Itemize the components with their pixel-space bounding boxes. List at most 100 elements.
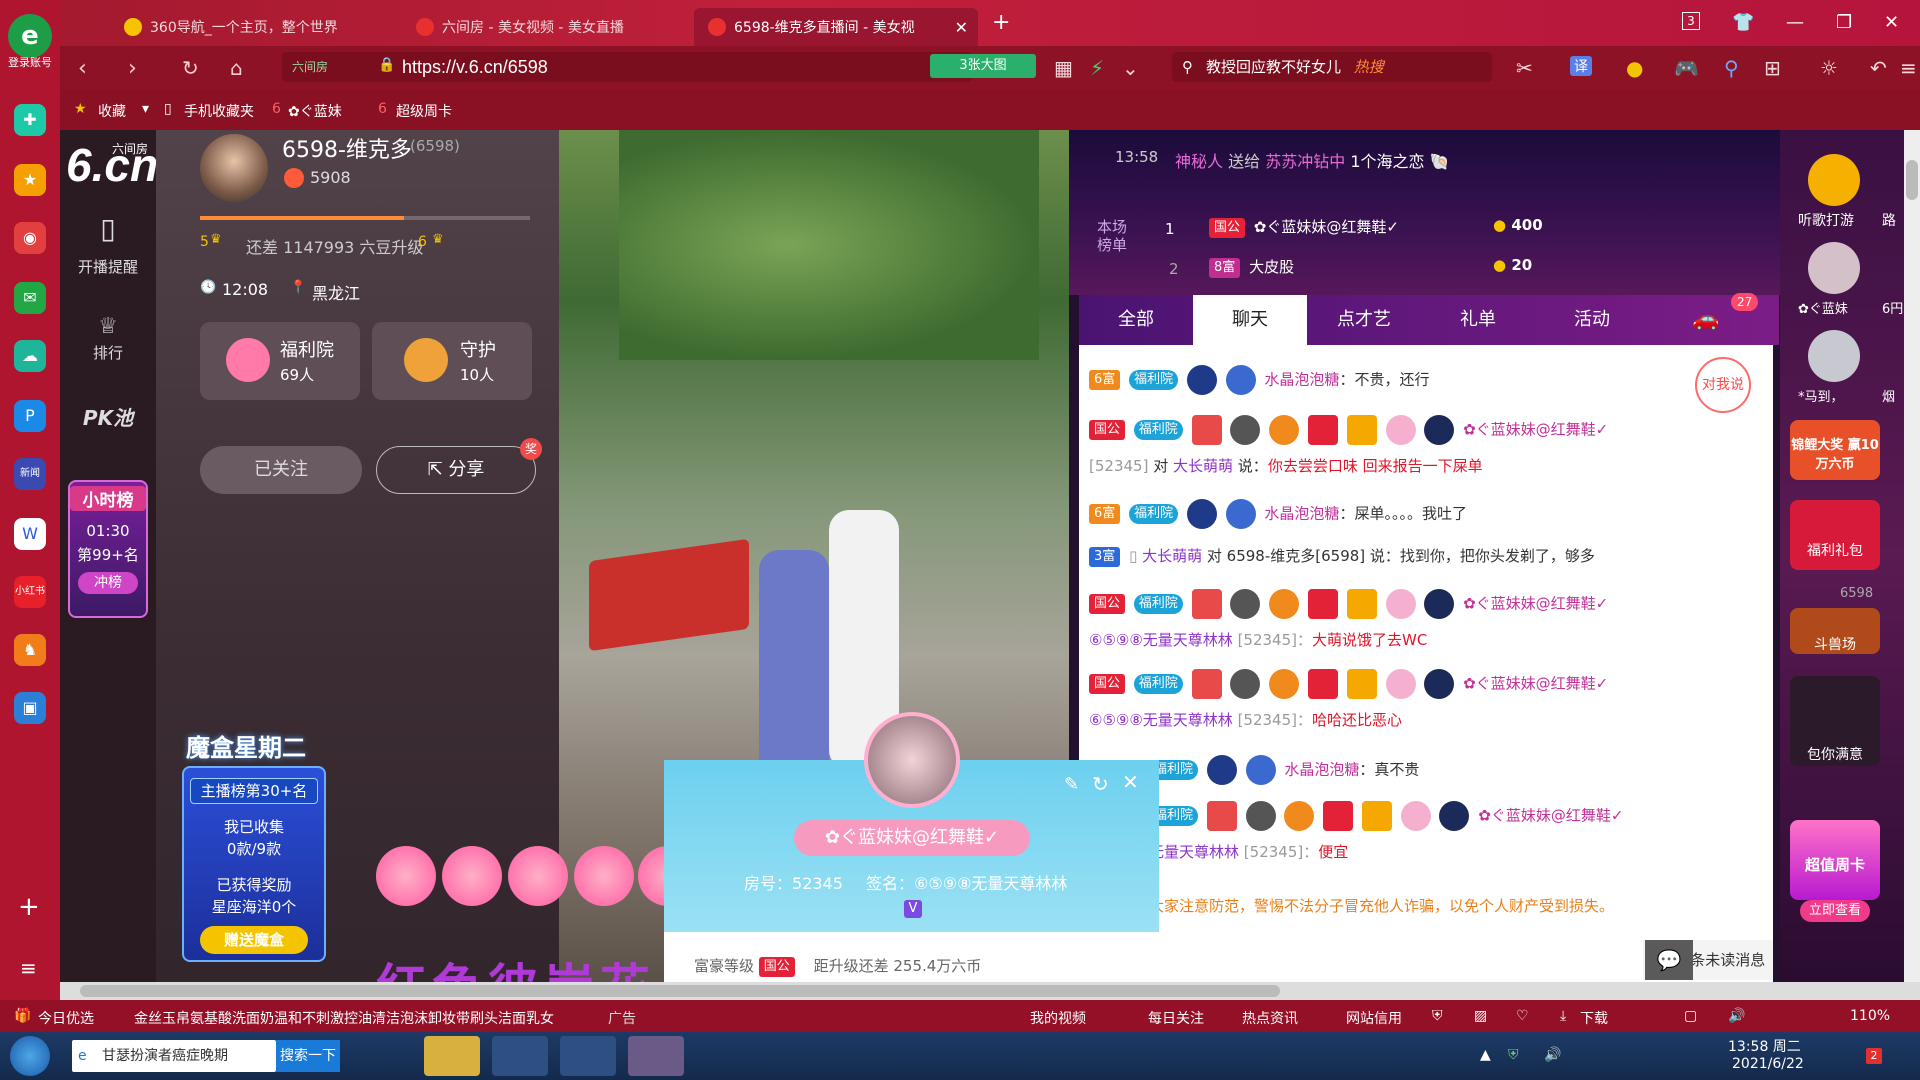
translate-button[interactable]: 译 — [1570, 56, 1592, 76]
start-button[interactable] — [10, 1036, 50, 1076]
home-icon[interactable]: ⌂ — [230, 56, 243, 80]
tab-360-nav[interactable]: 360导航_一个主页，整个世界 — [110, 8, 400, 46]
tab-gift-list[interactable]: 礼单 — [1421, 295, 1535, 345]
gamepad-icon[interactable]: 🎮 — [1674, 56, 1699, 80]
rank-2[interactable]: 8富 大皮股 — [1209, 256, 1294, 278]
news-app-icon[interactable]: 新闻 — [14, 458, 46, 490]
cloud-icon[interactable]: ☁ — [14, 340, 46, 372]
profile-card[interactable]: ✎ ↻ ✕ ✿ぐ蓝妹妹@红舞鞋✓ 房号：52345 签名：⑥⑤⑨⑧无量天尊林林 … — [664, 712, 1159, 982]
new-tab-button[interactable]: + — [992, 10, 1010, 35]
koi-prize-promo[interactable]: 锦鲤大奖 赢10万六币 — [1790, 420, 1880, 480]
lightning-icon[interactable]: ⚡ — [1090, 56, 1104, 80]
favorite-star-icon[interactable]: ★ — [14, 164, 46, 196]
nav-pk-pool[interactable]: PK池 — [60, 402, 156, 431]
taskbar-time[interactable]: 13:58 周二 — [1728, 1036, 1801, 1056]
tab-6cn[interactable]: 六间房 - 美女视频 - 美女直播 — [402, 8, 692, 46]
close-window-icon[interactable]: ✕ — [1884, 12, 1899, 33]
daily-follow-link[interactable]: 每日关注 — [1148, 1008, 1204, 1028]
bookmark-weekcard[interactable]: 超级周卡 — [396, 101, 452, 121]
chat-message[interactable]: 国公 福利院 ✿ぐ蓝妹妹@红舞鞋✓ — [1089, 589, 1608, 619]
settings-menu-icon[interactable]: ≡ — [1900, 56, 1917, 80]
brightness-icon[interactable]: ☼ — [1820, 56, 1838, 80]
arena-promo[interactable]: 斗兽场 — [1790, 608, 1880, 654]
chat-list[interactable]: 6富 福利院 水晶泡泡糖：不贵，还行 国公 福利院 ✿ぐ蓝妹妹@红舞鞋✓ [52… — [1079, 345, 1773, 982]
chat-message[interactable]: 国公 福利院 ✿ぐ蓝妹妹@红舞鞋✓ — [1089, 415, 1608, 445]
explorer-app-icon[interactable] — [424, 1036, 480, 1076]
tray-volume-icon[interactable]: 🔊 — [1544, 1047, 1561, 1063]
promo-item[interactable]: 听歌打游 — [1798, 210, 1854, 230]
user-avatar[interactable] — [1808, 242, 1860, 294]
apps-grid-icon[interactable]: ⊞ — [1764, 56, 1781, 80]
chat-message[interactable]: 国公 福利院 ✿ぐ蓝妹妹@红舞鞋✓ — [1089, 669, 1608, 699]
close-icon[interactable]: ✕ — [1122, 770, 1139, 794]
reload-icon[interactable]: ↻ — [182, 56, 199, 80]
ad-ticker[interactable]: 金丝玉帛氨基酸洗面奶温和不刺激控油清洁泡沫卸妆带刷头洁面乳女 — [134, 1008, 634, 1028]
fuli-card[interactable]: 福利院 69人 — [200, 322, 360, 400]
hour-rank-card[interactable]: 小时榜 01:30 第99+名 冲榜 — [68, 480, 148, 618]
promo-item[interactable]: 路 — [1882, 210, 1896, 230]
xiaohongshu-icon[interactable]: 小红书 — [14, 576, 46, 608]
sidebar-app-icon[interactable]: ✚ — [14, 104, 46, 136]
add-app-icon[interactable]: + — [18, 892, 40, 922]
forward-icon[interactable]: › — [128, 56, 137, 81]
mail-icon[interactable]: ✉ — [14, 282, 46, 314]
tab-chat[interactable]: 聊天 — [1193, 295, 1307, 345]
promo-item[interactable]: 6円 — [1882, 298, 1903, 317]
taskbar-search-button[interactable]: 搜索一下 — [276, 1040, 340, 1072]
tab-6598-room[interactable]: 6598-维克多直播间 - 美女视 ✕ — [694, 8, 978, 46]
phone-icon[interactable]: ▯ — [60, 212, 156, 245]
share-button[interactable]: ⇱ 分享 — [376, 446, 536, 494]
hscroll-thumb[interactable] — [80, 985, 1280, 997]
chevron-down-icon[interactable]: ▾ — [142, 101, 149, 117]
tab-all[interactable]: 全部 — [1079, 295, 1193, 345]
360-browser-app-icon[interactable] — [560, 1036, 616, 1076]
view-now-button[interactable]: 立即查看 — [1800, 900, 1870, 922]
reply-me-button[interactable]: 对我说 — [1695, 357, 1751, 413]
tab-count-badge[interactable]: 3 — [1682, 12, 1700, 30]
chat-message[interactable]: 6富 福利院 水晶泡泡糖：不贵，还行 — [1089, 365, 1429, 395]
followed-button[interactable]: 已关注 — [200, 446, 362, 494]
chat-message[interactable]: 福利院 水晶泡泡糖：真不贵 — [1149, 755, 1419, 785]
360-logo-icon[interactable]: e — [8, 14, 52, 58]
chevron-down-icon[interactable]: ⌄ — [1122, 56, 1139, 80]
chat-message[interactable]: 6富 福利院 水晶泡泡糖：屎单。。。。我吐了 — [1089, 499, 1467, 529]
bookmark-mobile[interactable]: 手机收藏夹 — [184, 101, 254, 121]
word-doc-icon[interactable]: W — [14, 518, 46, 550]
tool-icon[interactable]: ▣ — [14, 692, 46, 724]
profile-avatar[interactable] — [864, 712, 960, 808]
download-icon[interactable]: ⤓ — [1560, 1008, 1566, 1024]
bookmark-lanmei[interactable]: ✿ぐ蓝妹 — [288, 101, 342, 121]
promo-item[interactable]: ✿ぐ蓝妹 — [1798, 298, 1848, 317]
tab-activity[interactable]: 活动 — [1535, 295, 1649, 345]
scrollbar-thumb[interactable] — [1906, 160, 1918, 200]
zoom-level[interactable]: 110% — [1850, 1008, 1890, 1024]
close-tab-icon[interactable]: ✕ — [955, 18, 968, 37]
undo-icon[interactable]: ↶ — [1870, 56, 1887, 80]
url-field[interactable]: 六间房 🔒 https://v.6.cn/6598 — [282, 52, 972, 82]
promo-item[interactable]: *马到， — [1798, 386, 1844, 405]
shield-icon[interactable]: ⛨ — [1432, 1008, 1443, 1024]
horizontal-scrollbar[interactable] — [60, 982, 1920, 1000]
taskbar-search-input[interactable]: e 甘瑟扮演者癌症晚期 — [72, 1040, 276, 1072]
heart-icon[interactable]: ♡ — [1516, 1008, 1529, 1024]
magic-box-promo[interactable]: 魔盒星期二 主播榜第30+名 我已收集 0款/9款 已获得奖励 星座海洋0个 赠… — [178, 724, 330, 964]
tray-shield-icon[interactable]: ⛨ — [1508, 1047, 1519, 1063]
page-scrollbar[interactable] — [1904, 130, 1920, 982]
window-icon[interactable]: ▢ — [1684, 1008, 1697, 1024]
taskbar-date[interactable]: 2021/6/22 — [1732, 1056, 1804, 1072]
k-app-icon[interactable] — [492, 1036, 548, 1076]
host-avatar[interactable] — [200, 134, 268, 202]
nav-live-reminder[interactable]: 开播提醒 — [60, 256, 156, 277]
nav-rank[interactable]: 排行 — [60, 342, 156, 363]
chat-message[interactable]: 3富 ▯ 大长萌萌 对 6598-维克多[6598] 说：找到你，把你头发剃了，… — [1089, 545, 1595, 567]
today-picks[interactable]: 今日优选 — [38, 1008, 94, 1028]
menu-list-icon[interactable]: ≡ — [20, 956, 37, 980]
edit-icon[interactable]: ✎ — [1064, 774, 1079, 795]
site-credit-link[interactable]: 网站信用 — [1346, 1008, 1402, 1028]
rank-1[interactable]: 国公 ✿ぐ蓝妹妹@红舞鞋✓ — [1209, 216, 1399, 238]
music-game-icon[interactable] — [1808, 154, 1860, 206]
my-video-link[interactable]: 我的视频 — [1030, 1008, 1086, 1028]
user-avatar[interactable] — [1808, 330, 1860, 382]
tab-talent[interactable]: 点才艺 — [1307, 295, 1421, 345]
p-app-icon[interactable]: P — [14, 400, 46, 432]
